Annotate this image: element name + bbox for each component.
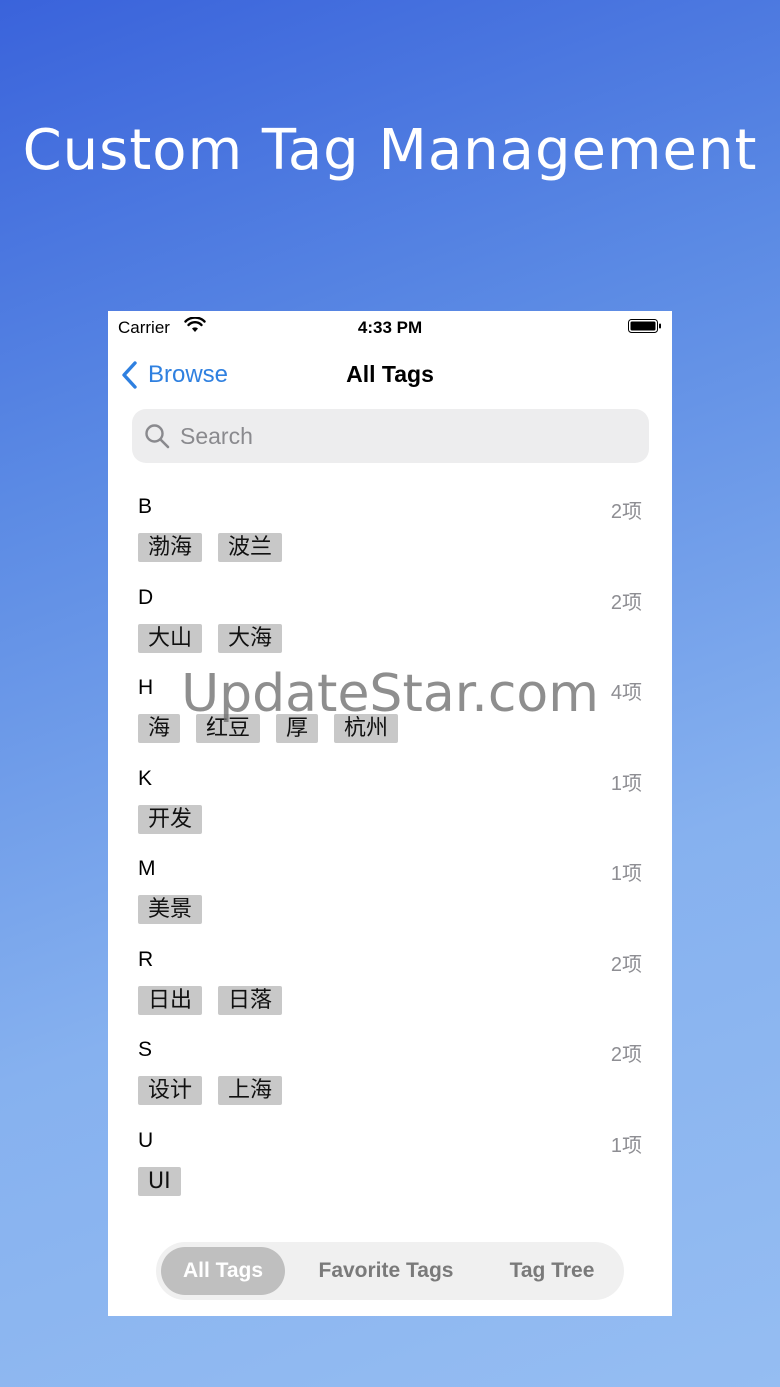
tag-view-segmented-control: All Tags Favorite Tags Tag Tree bbox=[156, 1242, 624, 1300]
page-title: All Tags bbox=[346, 361, 434, 387]
tag-chip[interactable]: 大山 bbox=[138, 623, 203, 653]
tag-row: 开发 bbox=[138, 804, 203, 834]
tag-section: R 2项日出 日落 bbox=[108, 944, 672, 1035]
tag-row: 海红豆厚杭州 bbox=[138, 714, 399, 743]
tag-section: B 2项渤海 波兰 bbox=[108, 491, 672, 582]
section-count: 4项 bbox=[610, 682, 642, 704]
tag-chip[interactable]: UI bbox=[138, 1166, 181, 1196]
section-count: 2项 bbox=[610, 1044, 642, 1066]
tag-chip[interactable]: 美景 bbox=[138, 895, 203, 924]
tag-chip[interactable]: 日落 bbox=[218, 985, 283, 1015]
tag-chip[interactable]: 上海 bbox=[218, 1076, 283, 1105]
tag-section: H 4项海红豆厚杭州 bbox=[108, 672, 672, 763]
tag-section: U 1项 UI bbox=[108, 1125, 672, 1216]
tag-section: D 2项大山 大海 bbox=[108, 582, 672, 673]
tag-row: 设计 上海 bbox=[138, 1076, 283, 1105]
tag-chip[interactable]: 日出 bbox=[138, 985, 203, 1015]
section-letter: R bbox=[138, 947, 154, 971]
search-icon bbox=[145, 424, 170, 449]
section-letter: H bbox=[138, 676, 154, 699]
section-letter: S bbox=[138, 1038, 153, 1061]
promo-headline: Custom Tag Management bbox=[22, 118, 758, 183]
tag-chip[interactable]: 设计 bbox=[138, 1076, 203, 1105]
phone-screen: Carrier 4:33 PM Browse All Tags B2项渤海波兰D… bbox=[108, 311, 672, 1316]
tag-chip[interactable]: 波兰 bbox=[218, 533, 283, 562]
tag-section: K 1项开发 bbox=[108, 763, 672, 854]
section-count: 2项 bbox=[610, 501, 642, 523]
tag-row: 大山 大海 bbox=[138, 623, 283, 653]
tag-chip[interactable]: 海 bbox=[138, 714, 181, 743]
section-count: 2项 bbox=[610, 953, 642, 976]
segment-tag-tree[interactable]: Tag Tree bbox=[486, 1247, 618, 1295]
section-letter: U bbox=[138, 1128, 154, 1152]
tag-section: M 1项美景 bbox=[108, 853, 672, 944]
tag-chip[interactable]: 开发 bbox=[138, 804, 203, 834]
tag-chip[interactable]: 杭州 bbox=[334, 714, 399, 743]
navigation-bar: Browse All Tags bbox=[108, 351, 672, 399]
segment-all-tags[interactable]: All Tags bbox=[161, 1247, 285, 1295]
tag-row: 日出 日落 bbox=[138, 985, 283, 1015]
status-time: 4:33 PM bbox=[357, 318, 423, 337]
tag-row: 美景 bbox=[138, 895, 203, 924]
tag-chip[interactable]: 红豆 bbox=[196, 714, 261, 743]
section-count: 1项 bbox=[610, 863, 642, 885]
battery-icon bbox=[628, 319, 661, 333]
section-letter: D bbox=[138, 585, 154, 609]
section-count: 1项 bbox=[610, 772, 642, 795]
tag-chip[interactable]: 渤海 bbox=[138, 533, 203, 562]
tag-chip[interactable]: 厚 bbox=[276, 714, 319, 743]
section-letter: K bbox=[138, 766, 153, 790]
section-count: 2项 bbox=[610, 591, 642, 614]
search-bar[interactable] bbox=[132, 409, 649, 463]
segment-favorite-tags[interactable]: Favorite Tags bbox=[302, 1247, 470, 1295]
tag-section: S 2项设计 上海 bbox=[108, 1034, 672, 1125]
tag-row: 渤海 波兰 bbox=[138, 533, 283, 562]
tag-row: UI bbox=[138, 1166, 181, 1196]
tag-chip[interactable]: 大海 bbox=[218, 623, 283, 653]
section-letter: B bbox=[138, 495, 153, 518]
search-input[interactable] bbox=[180, 422, 600, 450]
status-bar: Carrier 4:33 PM bbox=[108, 311, 672, 343]
section-letter: M bbox=[138, 857, 156, 880]
tag-sections-list: B 2项 渤海 波兰 D 2项 大山 大海 H 4项海红豆厚杭州 K 1项 开发 M 1项 美景 R 2项 日出 日落… bbox=[108, 491, 672, 1215]
section-count: 1项 bbox=[610, 1134, 642, 1157]
